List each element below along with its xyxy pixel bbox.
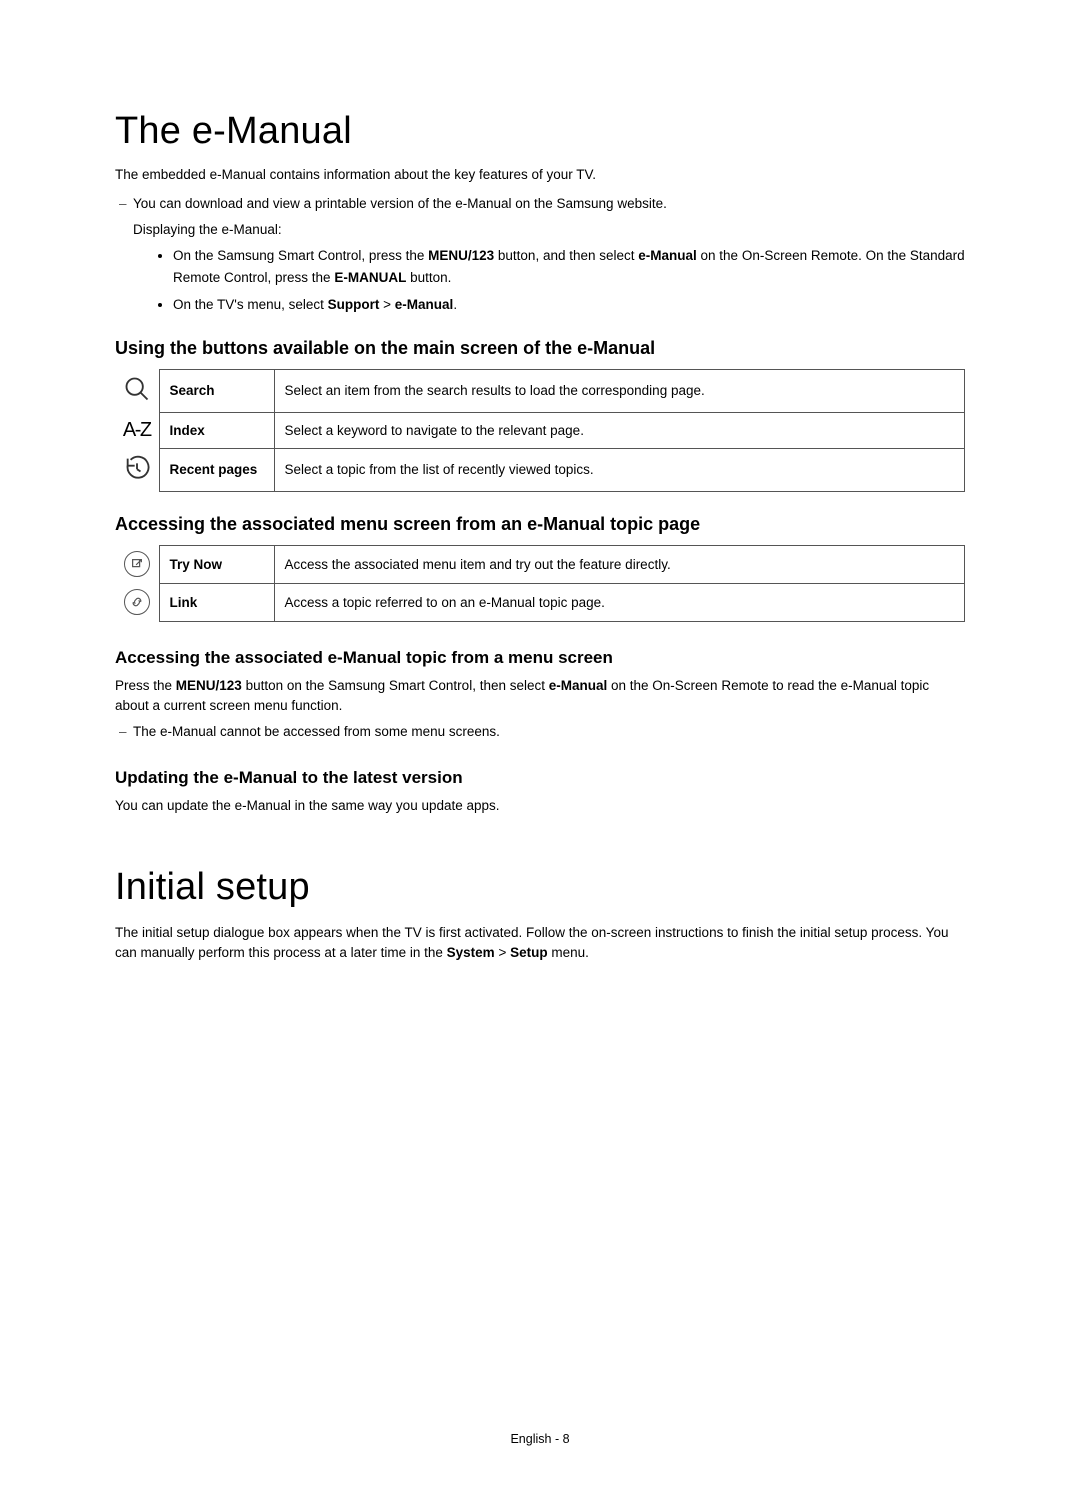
az-icon: A-Z bbox=[115, 412, 159, 448]
search-icon bbox=[115, 369, 159, 412]
label-link: Link bbox=[159, 583, 274, 621]
table-topic-buttons: Try Now Access the associated menu item … bbox=[115, 545, 965, 622]
note-cannot-access: The e-Manual cannot be accessed from som… bbox=[115, 722, 965, 742]
desc-index: Select a keyword to navigate to the rele… bbox=[274, 412, 965, 448]
trynow-icon bbox=[115, 545, 159, 583]
desc-link: Access a topic referred to on an e-Manua… bbox=[274, 583, 965, 621]
bullet-smart-control: On the Samsung Smart Control, press the … bbox=[173, 245, 965, 288]
desc-search: Select an item from the search results t… bbox=[274, 369, 965, 412]
table-row: Try Now Access the associated menu item … bbox=[115, 545, 965, 583]
subheading-associated-menu: Accessing the associated menu screen fro… bbox=[115, 514, 965, 535]
para-updating: You can update the e-Manual in the same … bbox=[115, 796, 965, 816]
intro-text: The embedded e-Manual contains informati… bbox=[115, 167, 965, 182]
label-trynow: Try Now bbox=[159, 545, 274, 583]
table-row: Search Select an item from the search re… bbox=[115, 369, 965, 412]
table-row: Recent pages Select a topic from the lis… bbox=[115, 448, 965, 491]
heading-initial-setup: Initial setup bbox=[115, 866, 965, 909]
subheading-associated-topic: Accessing the associated e-Manual topic … bbox=[115, 648, 965, 668]
note-cannot-access-text: The e-Manual cannot be accessed from som… bbox=[133, 724, 500, 739]
btn-emanual-2: e-Manual bbox=[549, 678, 608, 693]
desc-trynow: Access the associated menu item and try … bbox=[274, 545, 965, 583]
label-recent: Recent pages bbox=[159, 448, 274, 491]
heading-e-manual: The e-Manual bbox=[115, 110, 965, 153]
menu-setup: Setup bbox=[510, 945, 548, 960]
btn-menu123: MENU/123 bbox=[428, 248, 494, 263]
subheading-buttons-main: Using the buttons available on the main … bbox=[115, 338, 965, 359]
page-footer: English - 8 bbox=[0, 1432, 1080, 1446]
recent-icon bbox=[115, 448, 159, 491]
table-main-buttons: Search Select an item from the search re… bbox=[115, 369, 965, 492]
para-initial-setup: The initial setup dialogue box appears w… bbox=[115, 923, 965, 964]
label-index: Index bbox=[159, 412, 274, 448]
note-download: You can download and view a printable ve… bbox=[115, 194, 965, 214]
para-press-menu123: Press the MENU/123 button on the Samsung… bbox=[115, 676, 965, 717]
label-search: Search bbox=[159, 369, 274, 412]
document-page: The e-Manual The embedded e-Manual conta… bbox=[0, 0, 1080, 1494]
link-icon bbox=[115, 583, 159, 621]
bullet-tv-menu: On the TV's menu, select Support > e-Man… bbox=[173, 294, 965, 316]
table-row: Link Access a topic referred to on an e-… bbox=[115, 583, 965, 621]
btn-emanual: e-Manual bbox=[638, 248, 697, 263]
subheading-updating: Updating the e-Manual to the latest vers… bbox=[115, 768, 965, 788]
table-row: A-Z Index Select a keyword to navigate t… bbox=[115, 412, 965, 448]
note-download-text: You can download and view a printable ve… bbox=[133, 196, 667, 211]
menu-system: System bbox=[447, 945, 495, 960]
displaying-bullets: On the Samsung Smart Control, press the … bbox=[173, 245, 965, 316]
btn-menu123-2: MENU/123 bbox=[176, 678, 242, 693]
menu-support: Support bbox=[328, 297, 380, 312]
desc-recent: Select a topic from the list of recently… bbox=[274, 448, 965, 491]
btn-emanual-caps: E-MANUAL bbox=[334, 270, 406, 285]
menu-emanual: e-Manual bbox=[395, 297, 454, 312]
displaying-label: Displaying the e-Manual: bbox=[133, 220, 965, 240]
